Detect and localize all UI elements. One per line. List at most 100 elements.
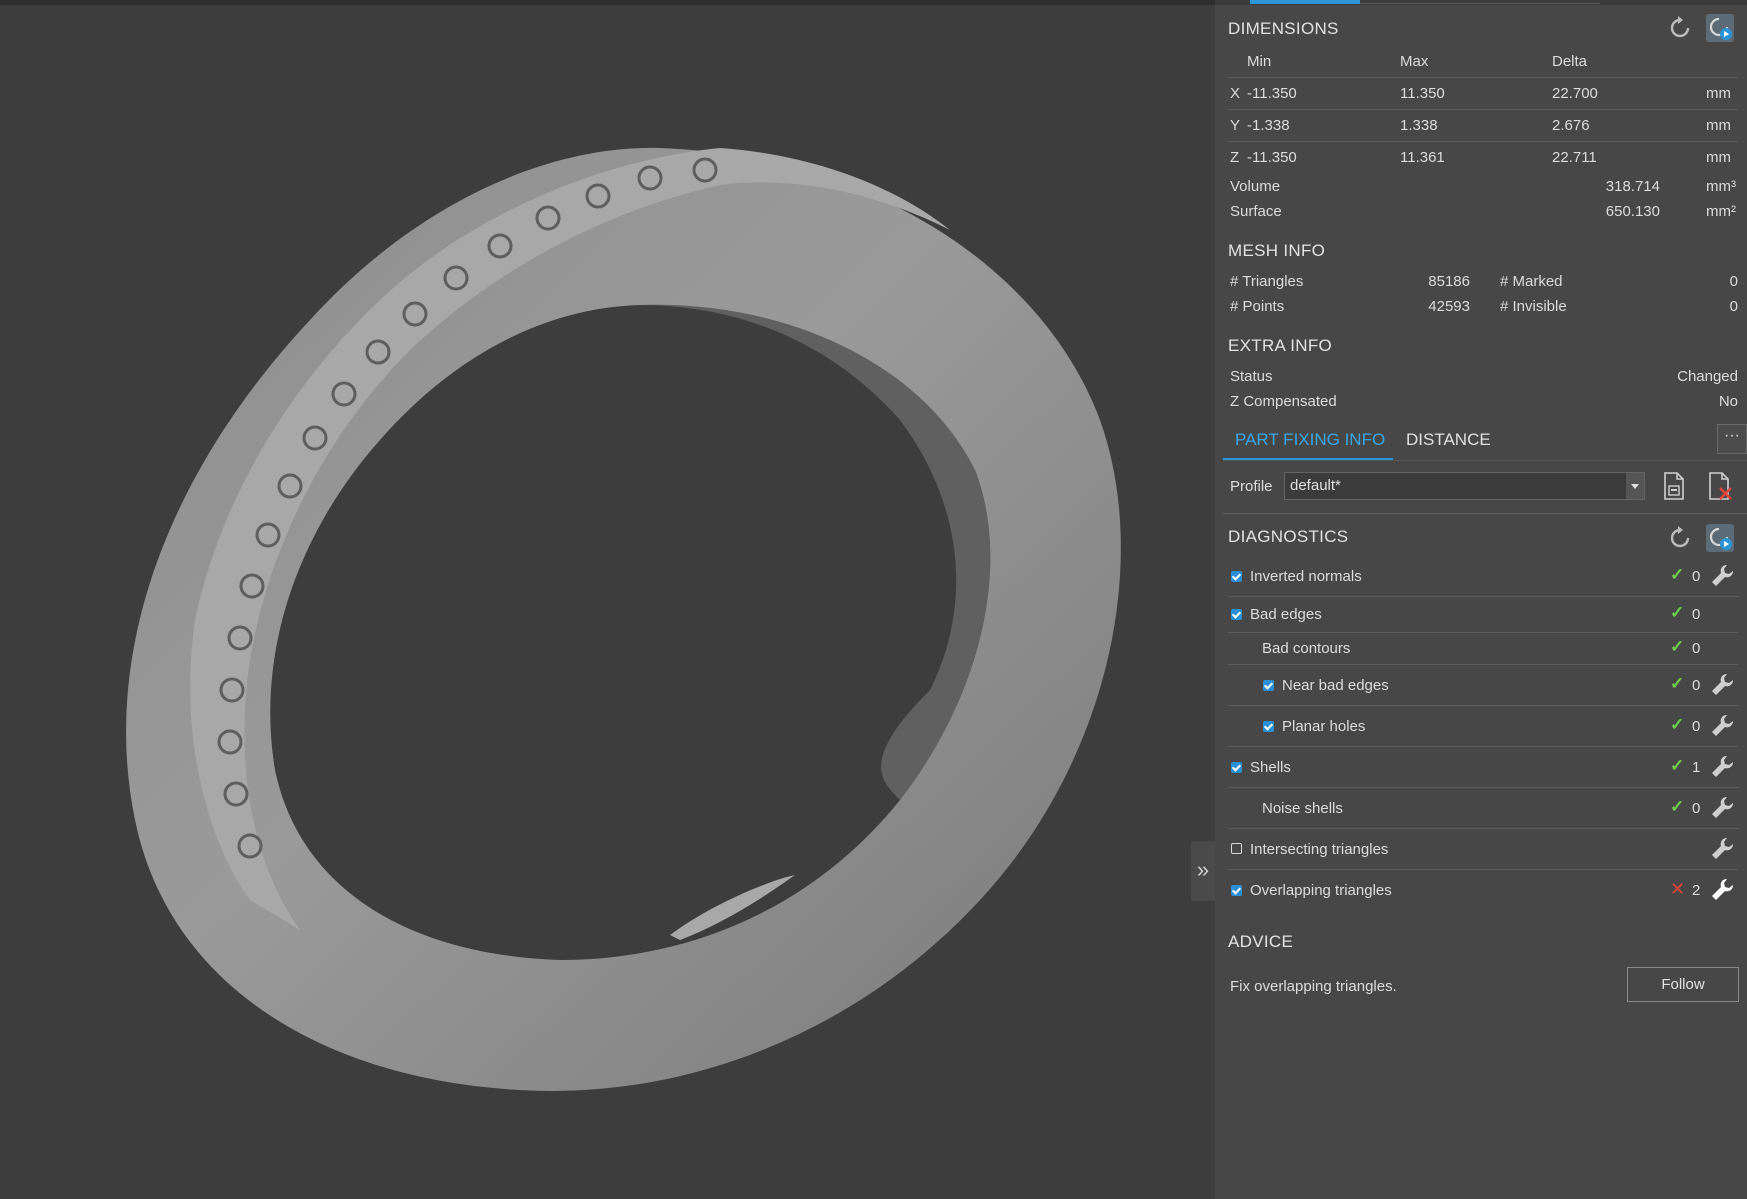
ok-check-icon: ✓ (1670, 674, 1685, 693)
divider (1228, 787, 1738, 788)
dim-x-unit: mm (1706, 85, 1731, 102)
tab-part-fixing-info[interactable]: PART FIXING INFO (1235, 430, 1385, 450)
more-options-button[interactable]: ··· (1717, 424, 1747, 454)
collapse-panel-button[interactable]: » (1191, 841, 1215, 901)
invisible-label: # Invisible (1500, 298, 1567, 315)
diag-label-planar-holes: Planar holes (1282, 718, 1366, 735)
divider (1228, 632, 1738, 633)
wrench-icon[interactable] (1710, 563, 1736, 589)
error-x-icon: ✕ (1670, 879, 1686, 899)
divider (1228, 141, 1738, 142)
shells-checkbox[interactable] (1231, 762, 1242, 773)
profile-select[interactable]: default* (1284, 472, 1645, 500)
near-bad-edges-checkbox[interactable] (1263, 680, 1274, 691)
ok-check-icon: ✓ (1670, 756, 1685, 775)
surface-value: 650.130 (1605, 203, 1660, 220)
ok-check-icon: ✓ (1670, 565, 1685, 584)
zcomp-label: Z Compensated (1230, 393, 1337, 410)
diag-label-near-bad-edges: Near bad edges (1282, 677, 1389, 694)
follow-advice-button[interactable]: Follow (1627, 967, 1739, 1002)
refresh-icon[interactable] (1666, 14, 1694, 42)
diag-count-inverted-normals: 0 (1692, 568, 1701, 585)
delete-profile-icon[interactable] (1707, 472, 1733, 500)
dim-x-max: 11.350 (1400, 85, 1445, 102)
bad-edges-checkbox[interactable] (1231, 609, 1242, 620)
divider (1228, 869, 1738, 870)
dim-header-delta: Delta (1552, 53, 1588, 70)
dim-x-min: -11.350 (1247, 85, 1297, 102)
wrench-icon[interactable] (1710, 754, 1736, 780)
dim-y-delta: 2.676 (1552, 117, 1590, 134)
overlapping-triangles-checkbox[interactable] (1231, 885, 1242, 896)
dim-axis-z: Z (1230, 149, 1240, 166)
info-panel (1215, 0, 1747, 1199)
divider (1228, 596, 1738, 597)
chevron-down-icon[interactable] (1626, 473, 1644, 499)
divider (1228, 705, 1738, 706)
wrench-icon[interactable] (1710, 836, 1736, 862)
diag-label-noise-shells: Noise shells (1262, 800, 1343, 817)
marked-value: 0 (1729, 273, 1738, 290)
diag-count-bad-edges: 0 (1692, 606, 1701, 623)
diag-label-intersecting-triangles: Intersecting triangles (1250, 841, 1389, 858)
tab-distance[interactable]: DISTANCE (1406, 430, 1491, 450)
volume-label: Volume (1230, 178, 1281, 195)
ring-model[interactable] (0, 0, 1215, 1199)
diag-label-bad-edges: Bad edges (1250, 606, 1322, 623)
triangles-label: # Triangles (1230, 273, 1304, 290)
dim-axis-y: Y (1230, 117, 1241, 134)
extra-info-title: EXTRA INFO (1228, 336, 1333, 355)
dim-header-min: Min (1247, 53, 1272, 70)
3d-viewport[interactable]: » (0, 0, 1215, 1199)
diag-count-bad-contours: 0 (1692, 640, 1701, 657)
wrench-icon[interactable] (1710, 795, 1736, 821)
diag-count-noise-shells: 0 (1692, 800, 1701, 817)
ok-check-icon: ✓ (1670, 797, 1685, 816)
auto-refresh-icon[interactable] (1706, 524, 1734, 552)
diag-count-overlapping-triangles: 2 (1692, 882, 1701, 899)
surface-label: Surface (1230, 203, 1282, 220)
dimensions-title: DIMENSIONS (1228, 19, 1339, 38)
diagnostics-title: DIAGNOSTICS (1228, 527, 1349, 546)
divider (1223, 460, 1747, 461)
diag-label-overlapping-triangles: Overlapping triangles (1250, 882, 1392, 899)
volume-unit: mm³ (1706, 178, 1736, 195)
status-label: Status (1230, 368, 1273, 385)
points-label: # Points (1230, 298, 1285, 315)
dim-y-max: 1.338 (1400, 117, 1438, 134)
points-value: 42593 (1428, 298, 1470, 315)
profile-label: Profile (1230, 478, 1273, 495)
dim-z-unit: mm (1706, 149, 1731, 166)
auto-refresh-icon[interactable] (1706, 14, 1734, 42)
dim-y-min: -1.338 (1247, 117, 1290, 134)
mesh-info-title: MESH INFO (1228, 241, 1326, 260)
marked-label: # Marked (1500, 273, 1563, 290)
inverted-normals-checkbox[interactable] (1231, 571, 1242, 582)
diag-count-planar-holes: 0 (1692, 718, 1701, 735)
diag-label-bad-contours: Bad contours (1262, 640, 1351, 657)
dim-z-delta: 22.711 (1552, 149, 1597, 166)
active-tab-indicator (1250, 0, 1360, 4)
wrench-icon[interactable] (1710, 877, 1736, 903)
ok-check-icon: ✓ (1670, 637, 1685, 656)
advice-text: Fix overlapping triangles. (1230, 978, 1397, 995)
volume-value: 318.714 (1605, 178, 1660, 195)
refresh-icon[interactable] (1666, 524, 1694, 552)
wrench-icon[interactable] (1710, 672, 1736, 698)
dim-z-min: -11.350 (1247, 149, 1297, 166)
save-profile-icon[interactable] (1662, 472, 1686, 500)
divider (1223, 513, 1747, 514)
divider (1228, 664, 1738, 665)
planar-holes-checkbox[interactable] (1263, 721, 1274, 732)
triangles-value: 85186 (1428, 273, 1470, 290)
intersecting-triangles-checkbox[interactable] (1231, 843, 1242, 854)
zcomp-value: No (1718, 393, 1738, 410)
diag-count-shells: 1 (1692, 759, 1701, 776)
wrench-icon[interactable] (1710, 713, 1736, 739)
dim-axis-x: X (1230, 85, 1241, 102)
divider (1228, 109, 1738, 110)
divider (1228, 77, 1738, 78)
dim-z-max: 11.361 (1400, 149, 1445, 166)
diag-label-shells: Shells (1250, 759, 1291, 776)
tabstrip-line (1360, 3, 1600, 4)
